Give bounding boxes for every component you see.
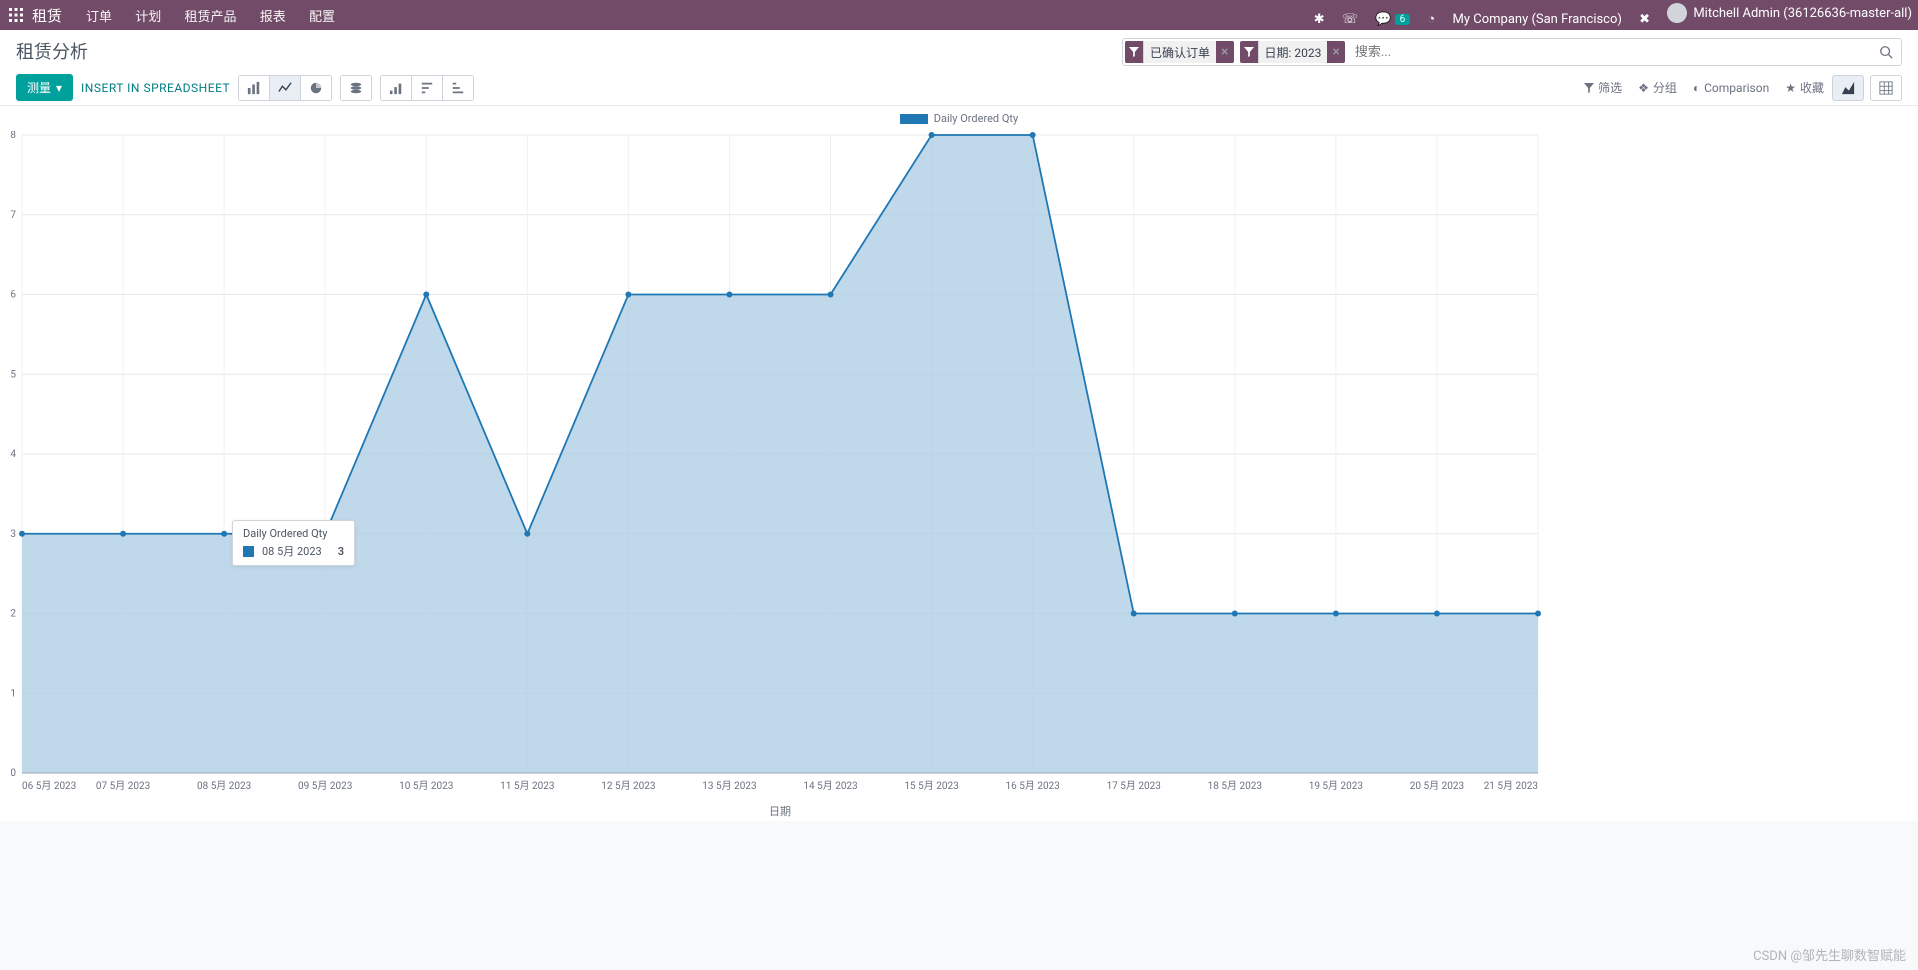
top-nav: 订单 计划 租赁产品 报表 配置 — [76, 6, 345, 25]
chart-tooltip: Daily Ordered Qty 08 5月 2023 3 — [232, 520, 355, 566]
avatar — [1667, 3, 1687, 23]
favorites-menu[interactable]: ★ 收藏 — [1785, 79, 1824, 96]
apps-icon[interactable] — [6, 5, 26, 25]
order-switch — [380, 75, 474, 101]
bar-chart-button[interactable] — [239, 76, 270, 100]
legend-swatch — [900, 114, 928, 124]
watermark: CSDN @邹先生聊数智赋能 — [1753, 945, 1906, 964]
close-icon[interactable]: × — [1327, 44, 1344, 60]
sort-none-button[interactable] — [443, 76, 473, 100]
star-icon: ★ — [1785, 81, 1796, 95]
facet-label: 已确认订单 — [1143, 41, 1216, 63]
svg-text:8: 8 — [10, 131, 16, 141]
comparison-menu[interactable]: ◐ Comparison — [1693, 79, 1769, 96]
facet-confirmed[interactable]: 已确认订单 × — [1125, 41, 1234, 63]
svg-text:7: 7 — [10, 210, 16, 221]
pivot-view-button[interactable] — [1870, 75, 1902, 101]
sort-asc-button[interactable] — [381, 76, 412, 100]
user-menu[interactable]: Mitchell Admin (36126636-master-all) — [1667, 3, 1912, 23]
svg-text:2: 2 — [10, 609, 16, 620]
svg-text:日期: 日期 — [769, 805, 791, 818]
nav-orders[interactable]: 订单 — [76, 4, 122, 31]
group-icon: ❖ — [1638, 81, 1649, 95]
stacked-button[interactable] — [341, 76, 371, 100]
top-navbar: 租赁 订单 计划 租赁产品 报表 配置 ✱ ☏ 💬6 ◔ My Company … — [0, 0, 1918, 30]
svg-text:13 5月 2023: 13 5月 2023 — [702, 780, 756, 792]
svg-text:0: 0 — [10, 768, 16, 779]
insert-spreadsheet-button[interactable]: INSERT IN SPREADSHEET — [81, 81, 230, 95]
svg-text:6: 6 — [10, 290, 16, 301]
svg-text:10 5月 2023: 10 5月 2023 — [399, 780, 453, 792]
tooltip-title: Daily Ordered Qty — [243, 527, 344, 540]
close-icon[interactable]: × — [1216, 44, 1233, 60]
chevron-down-icon: ▾ — [56, 81, 62, 95]
user-name: Mitchell Admin (36126636-master-all) — [1693, 6, 1912, 21]
groupby-menu[interactable]: ❖ 分组 — [1638, 79, 1677, 96]
svg-text:18 5月 2023: 18 5月 2023 — [1208, 780, 1262, 792]
svg-text:14 5月 2023: 14 5月 2023 — [803, 780, 857, 792]
facet-date[interactable]: 日期: 2023 × — [1240, 41, 1345, 63]
search-bar[interactable]: 已确认订单 × 日期: 2023 × — [1122, 38, 1902, 66]
groupby-label: 分组 — [1653, 79, 1677, 96]
svg-text:17 5月 2023: 17 5月 2023 — [1107, 780, 1161, 792]
comparison-label: Comparison — [1704, 81, 1769, 95]
svg-text:09 5月 2023: 09 5月 2023 — [298, 780, 352, 792]
msg-badge: 6 — [1395, 14, 1411, 25]
svg-text:4: 4 — [10, 449, 16, 460]
svg-text:08 5月 2023: 08 5月 2023 — [197, 780, 251, 792]
messaging-icon[interactable]: 💬6 — [1375, 12, 1410, 27]
view-switcher — [1832, 75, 1902, 101]
page-title: 租赁分析 — [16, 38, 216, 64]
filters-menu[interactable]: 筛选 — [1584, 79, 1622, 96]
svg-text:21 5月 2023: 21 5月 2023 — [1484, 780, 1538, 792]
tooltip-value: 3 — [338, 545, 344, 558]
stack-switch — [340, 75, 372, 101]
svg-text:5: 5 — [10, 369, 16, 380]
nav-reports[interactable]: 报表 — [250, 4, 296, 31]
svg-text:3: 3 — [10, 529, 16, 540]
chart-container: Daily Ordered Qty 0 1 2 3 4 5 6 7 8 06 5月 2023 07 … — [0, 106, 1918, 821]
legend-label: Daily Ordered Qty — [934, 112, 1018, 125]
svg-text:11 5月 2023: 11 5月 2023 — [500, 780, 554, 792]
filters-label: 筛选 — [1598, 79, 1622, 96]
svg-text:16 5月 2023: 16 5月 2023 — [1006, 780, 1060, 792]
nav-plan[interactable]: 计划 — [125, 4, 171, 31]
svg-text:1: 1 — [10, 688, 16, 699]
filter-icon — [1125, 47, 1143, 57]
nav-config[interactable]: 配置 — [299, 4, 345, 31]
svg-text:06 5月 2023: 06 5月 2023 — [22, 780, 76, 792]
graph-view-button[interactable] — [1832, 75, 1864, 101]
svg-text:12 5月 2023: 12 5月 2023 — [601, 780, 655, 792]
svg-text:19 5月 2023: 19 5月 2023 — [1309, 780, 1363, 792]
pie-chart-button[interactable] — [301, 76, 331, 100]
line-chart-button[interactable] — [270, 76, 301, 100]
area-chart[interactable]: 0 1 2 3 4 5 6 7 8 06 5月 2023 07 5月 2023 08 5月 2023 0… — [0, 131, 1548, 821]
control-panel: 租赁分析 已确认订单 × 日期: 2023 × 测量 ▾ INSERT IN S… — [0, 30, 1918, 106]
measures-label: 测量 — [27, 79, 51, 96]
svg-text:20 5月 2023: 20 5月 2023 — [1410, 780, 1464, 792]
chart-type-switch — [238, 75, 332, 101]
voip-icon[interactable]: ☏ — [1342, 12, 1358, 27]
measures-button[interactable]: 测量 ▾ — [16, 74, 73, 101]
sort-desc-button[interactable] — [412, 76, 443, 100]
tooltip-label: 08 5月 2023 — [262, 543, 322, 559]
debug-icon[interactable]: ✱ — [1314, 12, 1325, 27]
tooltip-swatch — [243, 546, 254, 557]
facet-label: 日期: 2023 — [1258, 41, 1328, 63]
compare-icon: ◐ — [1693, 81, 1700, 95]
systray: ✱ ☏ 💬6 ◔ My Company (San Francisco) ✖ Mi… — [1300, 3, 1912, 27]
svg-text:07 5月 2023: 07 5月 2023 — [96, 780, 150, 792]
activities-icon[interactable]: ◔ — [1427, 11, 1435, 27]
tools-icon[interactable]: ✖ — [1639, 12, 1650, 27]
search-options: 筛选 ❖ 分组 ◐ Comparison ★ 收藏 — [1584, 79, 1824, 96]
company-switcher[interactable]: My Company (San Francisco) — [1453, 12, 1622, 27]
filter-icon — [1240, 47, 1258, 57]
chart-legend[interactable]: Daily Ordered Qty — [0, 110, 1918, 131]
favorites-label: 收藏 — [1800, 79, 1824, 96]
app-brand[interactable]: 租赁 — [32, 5, 62, 26]
search-icon[interactable] — [1873, 45, 1899, 59]
search-input[interactable] — [1351, 43, 1867, 62]
svg-text:15 5月 2023: 15 5月 2023 — [904, 780, 958, 792]
nav-products[interactable]: 租赁产品 — [175, 4, 247, 31]
